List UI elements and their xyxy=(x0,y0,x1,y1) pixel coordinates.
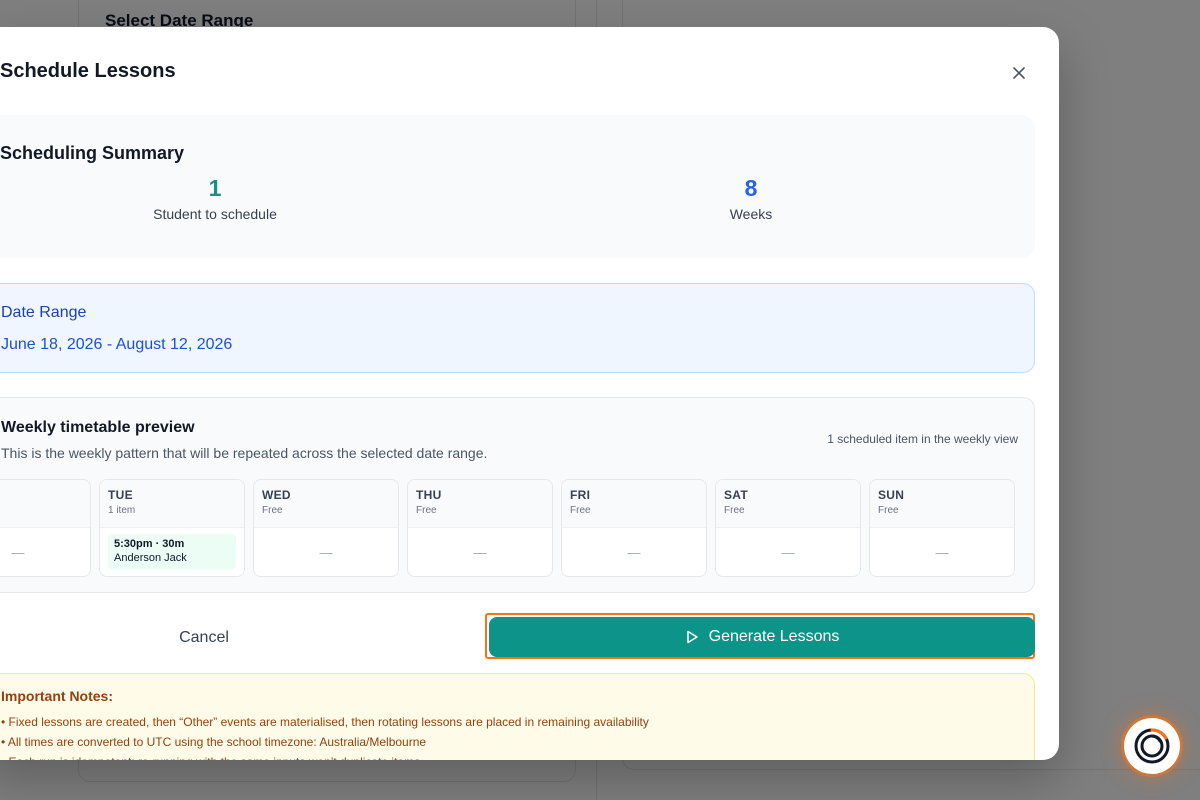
modal-title: Schedule Lessons xyxy=(0,60,176,82)
empty-day-marker: — xyxy=(935,544,949,560)
students-stat: 1 Student to schedule xyxy=(65,175,365,222)
timetable-preview-card: Weekly timetable preview This is the wee… xyxy=(0,397,1035,593)
day-status: Free xyxy=(262,505,283,516)
day-status: Free xyxy=(724,505,745,516)
day-body: — xyxy=(870,528,1014,576)
day-column-fri: FRI Free — xyxy=(561,479,707,577)
empty-day-marker: — xyxy=(11,544,25,560)
weeks-count: 8 xyxy=(744,175,758,201)
day-column-thu: THU Free — xyxy=(407,479,553,577)
empty-day-marker: — xyxy=(781,544,795,560)
day-status: Free xyxy=(570,505,591,516)
generate-lessons-label: Generate Lessons xyxy=(708,628,840,645)
day-name: FRI xyxy=(570,488,591,502)
weeks-label: Weeks xyxy=(729,206,773,222)
notes-title: Important Notes: xyxy=(1,688,113,704)
important-notes-card: Important Notes: • Fixed lessons are cre… xyxy=(0,673,1035,760)
notes-list: • Fixed lessons are created, then “Other… xyxy=(1,712,649,760)
close-icon xyxy=(1013,67,1025,79)
empty-day-marker: — xyxy=(319,544,333,560)
day-column-wed: WED Free — xyxy=(253,479,399,577)
day-name: WED xyxy=(262,488,291,502)
day-body: — xyxy=(562,528,706,576)
day-header: FRI Free xyxy=(562,480,706,528)
date-range-label: Date Range xyxy=(1,304,87,321)
day-header: SUN Free xyxy=(870,480,1014,528)
timetable-description: This is the weekly pattern that will be … xyxy=(1,445,488,461)
generate-lessons-button[interactable]: Generate Lessons xyxy=(489,617,1035,657)
scheduling-summary-card: Scheduling Summary 1 Student to schedule… xyxy=(0,115,1035,258)
day-status: Free xyxy=(878,505,899,516)
day-name: THU xyxy=(416,488,442,502)
day-body: 5:30pm · 30m Anderson Jack xyxy=(100,528,244,576)
day-header: THU Free xyxy=(408,480,552,528)
note-item: • Each run is idempotent: re-running wit… xyxy=(1,752,649,760)
day-column-mon: MON Free — xyxy=(0,479,91,577)
day-body: — xyxy=(716,528,860,576)
lesson-student: Anderson Jack xyxy=(114,552,187,564)
note-item: • All times are converted to UTC using t… xyxy=(1,735,427,749)
timetable-title: Weekly timetable preview xyxy=(1,419,195,436)
day-header: WED Free xyxy=(254,480,398,528)
students-label: Student to schedule xyxy=(153,206,277,222)
assistant-rings-icon xyxy=(1134,728,1170,764)
day-body: — xyxy=(408,528,552,576)
summary-title: Scheduling Summary xyxy=(0,143,185,163)
day-status: 1 item xyxy=(108,505,136,516)
day-body: — xyxy=(0,528,90,576)
day-status: Free xyxy=(0,505,90,516)
date-range-card: Date Range June 18, 2026 - August 12, 20… xyxy=(0,283,1035,373)
day-name: TUE xyxy=(108,488,133,502)
timetable-item-count: 1 scheduled item in the weekly view xyxy=(827,432,1018,446)
note-item: • Fixed lessons are created, then “Other… xyxy=(1,715,649,729)
lesson-time: 5:30pm · 30m xyxy=(114,538,185,550)
cancel-button[interactable]: Cancel xyxy=(0,617,428,657)
day-header: TUE 1 item xyxy=(100,480,244,528)
day-column-sat: SAT Free — xyxy=(715,479,861,577)
day-name: SAT xyxy=(724,488,749,502)
day-column-tue: TUE 1 item 5:30pm · 30m Anderson Jack xyxy=(99,479,245,577)
day-body: — xyxy=(254,528,398,576)
assistant-widget-button[interactable] xyxy=(1124,718,1180,774)
day-name: MON xyxy=(0,488,90,502)
day-header: MON Free xyxy=(0,480,90,528)
day-name: SUN xyxy=(878,488,905,502)
students-count: 1 xyxy=(208,175,222,201)
empty-day-marker: — xyxy=(473,544,487,560)
play-icon xyxy=(686,630,698,644)
schedule-lessons-modal: Schedule Lessons Scheduling Summary 1 St… xyxy=(0,27,1059,760)
date-range-value: June 18, 2026 - August 12, 2026 xyxy=(1,336,233,353)
day-status: Free xyxy=(416,505,437,516)
close-button[interactable] xyxy=(1006,60,1032,86)
empty-day-marker: — xyxy=(627,544,641,560)
lesson-block[interactable]: 5:30pm · 30m Anderson Jack xyxy=(108,534,236,569)
weeks-stat: 8 Weeks xyxy=(601,175,901,222)
day-column-sun: SUN Free — xyxy=(869,479,1015,577)
day-header: SAT Free xyxy=(716,480,860,528)
